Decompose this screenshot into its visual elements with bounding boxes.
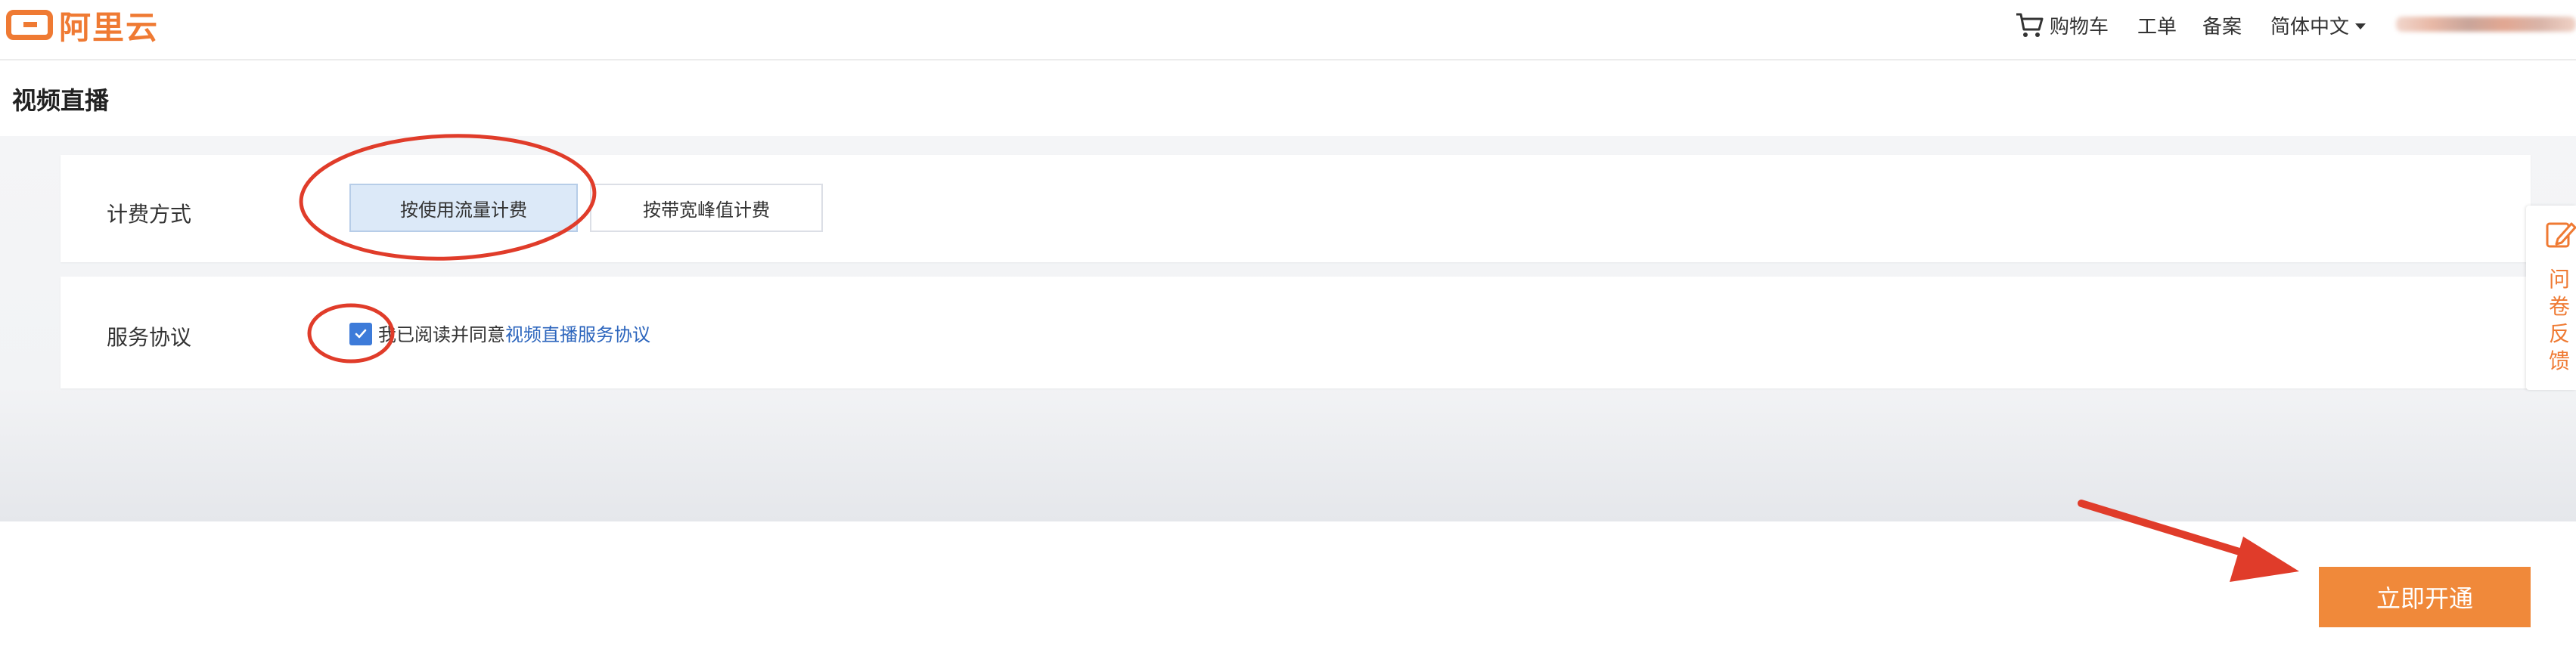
annotation-arrow-head xyxy=(2230,537,2299,582)
billing-method-label: 计费方式 xyxy=(107,202,192,227)
shopping-cart-icon xyxy=(2016,13,2044,37)
feedback-label: 问卷反馈 xyxy=(2549,267,2571,373)
cart-link[interactable]: 购物车 xyxy=(2015,0,2109,50)
beian-link[interactable]: 备案 xyxy=(2202,0,2242,50)
edit-pencil-icon xyxy=(2546,222,2576,248)
checkmark-icon xyxy=(355,329,367,339)
aliyun-logo[interactable]: 阿里云 xyxy=(6,6,159,46)
agree-checkbox[interactable] xyxy=(349,323,372,345)
beian-label: 备案 xyxy=(2202,15,2242,39)
service-agreement-label: 服务协议 xyxy=(107,325,192,350)
page-title-bar xyxy=(0,60,2576,136)
ticket-link[interactable]: 工单 xyxy=(2137,0,2177,50)
ticket-label: 工单 xyxy=(2137,15,2177,39)
agree-prefix: 我已阅读并同意 xyxy=(378,324,505,345)
language-dropdown[interactable]: 简体中文 xyxy=(2270,0,2367,50)
billing-option-traffic[interactable]: 按使用流量计费 xyxy=(349,184,578,232)
user-account-blurred[interactable] xyxy=(2396,17,2576,32)
billing-option-bandwidth[interactable]: 按带宽峰值计费 xyxy=(590,184,823,232)
feedback-tab[interactable]: 问卷反馈 xyxy=(2526,206,2576,390)
service-agreement-link[interactable]: 视频直播服务协议 xyxy=(505,324,650,345)
language-label: 简体中文 xyxy=(2270,15,2350,39)
chevron-down-icon xyxy=(2355,23,2367,29)
page-title: 视频直播 xyxy=(12,86,110,115)
cart-label: 购物车 xyxy=(2050,15,2109,39)
top-navigation-bar: 阿里云 购物车 工单 备案 简体中文 xyxy=(0,0,2576,60)
activate-now-button[interactable]: 立即开通 xyxy=(2319,567,2531,627)
logo-mark-icon xyxy=(6,10,53,40)
logo-text: 阿里云 xyxy=(59,8,160,46)
agree-text: 我已阅读并同意视频直播服务协议 xyxy=(378,323,650,347)
